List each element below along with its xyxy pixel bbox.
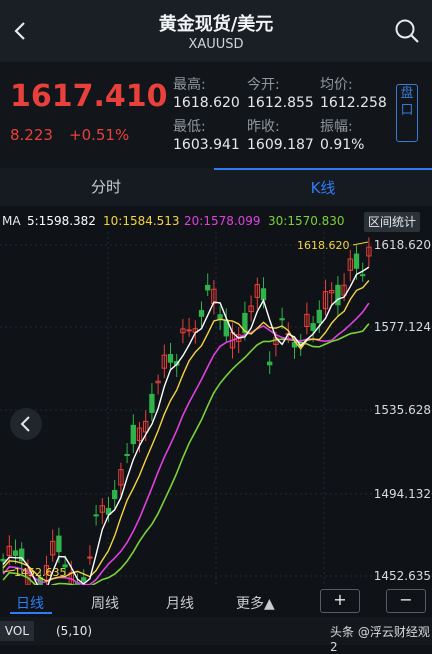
ma30-value: 30:1570.830 [268,214,345,228]
quote-panel: 1617.410 8.223 +0.51% 最高: 1618.620 今开: 161… [0,62,432,168]
price-axis: 1618.620 1577.124 1535.628 1494.132 1452… [374,238,431,583]
tab-kline[interactable]: K线 [214,168,432,206]
ma-label: MA [2,214,21,228]
volume-indicator-button[interactable]: VOL [0,621,34,641]
period-day[interactable]: 日线 [16,593,44,613]
candle-body [279,318,285,321]
zoom-in-button[interactable]: + [320,589,360,613]
stat-amplitude: 振幅: 0.91% [320,119,365,153]
search-icon[interactable] [394,18,420,44]
candle-body [310,323,316,331]
candle-body [316,309,322,324]
axis-label-5: 1452.635 [374,569,431,583]
symbol-code: XAUUSD [188,37,244,52]
candles [0,237,372,585]
candle-body [124,453,130,456]
high-marker-label: 1618.620 [297,239,350,252]
volume-params: (5,10) [56,624,93,638]
period-more[interactable]: 更多▲ [236,593,275,613]
axis-label-2: 1577.124 [374,320,431,334]
ma5-value: 5:1598.382 [27,214,96,228]
stat-high: 最高: 1618.620 [173,77,240,111]
candle-body [93,514,99,517]
chart-tabs: 分时 K线 [0,168,432,206]
candle-body [260,288,267,301]
page-title: 黄金现货/美元 [158,14,274,35]
period-month[interactable]: 月线 [166,593,194,613]
volume-bar: VOL (5,10) 头条 @浮云财经观 2 [0,617,432,654]
period-selector: 日线 周线 月线 更多▲ + − [0,585,432,617]
stat-average: 均价: 1612.258 [320,77,387,111]
candle-body [81,577,87,582]
candle-body [205,284,211,291]
stat-low: 最低: 1603.941 [173,119,240,153]
candle-body [112,489,118,500]
period-week[interactable]: 周线 [91,593,119,613]
candle-body [353,253,360,269]
price-change-percent: +0.51% [69,126,130,144]
stat-open: 今开: 1612.855 [247,77,314,111]
candle-body [217,314,223,320]
ma10-value: 10:1584.513 [103,214,180,228]
candle-body [56,535,62,553]
order-book-button[interactable]: 盘口 [396,84,418,142]
candle-body [0,558,6,562]
candle-body [130,424,136,445]
price-change: 8.223 [10,126,53,144]
axis-label-1: 1618.620 [374,238,431,252]
candle-body [167,354,174,363]
active-period-indicator [10,612,52,614]
low-marker-label: 1452.635 [14,566,67,579]
top-bar: 黄金现货/美元 XAUUSD [0,0,432,62]
candle-body [360,274,366,277]
candle-body [12,550,19,556]
zoom-out-button[interactable]: − [386,589,426,613]
candle-body [335,284,341,306]
axis-label-3: 1535.628 [374,403,431,417]
kline-chart[interactable]: 1618.620 1452.635 1618.620 1577.124 1535… [0,232,432,585]
ma20-value: 20:1578.099 [184,214,261,228]
ma-legend: MA 5:1598.382 10:1584.513 20:1578.099 30… [0,212,432,232]
candle-body [267,361,273,366]
range-stats-button[interactable]: 区间统计 [364,212,421,232]
candle-body [198,310,205,317]
axis-label-4: 1494.132 [374,487,431,501]
candle-body [149,393,155,413]
chevron-left-icon[interactable] [10,408,42,440]
tab-intraday[interactable]: 分时 [0,168,212,206]
last-price: 1617.410 [10,79,168,114]
stat-prev-close: 昨收: 1609.187 [247,119,314,153]
watermark: 头条 @浮云财经观 2 [330,625,430,654]
candle-body [186,329,192,332]
grid [0,232,432,585]
